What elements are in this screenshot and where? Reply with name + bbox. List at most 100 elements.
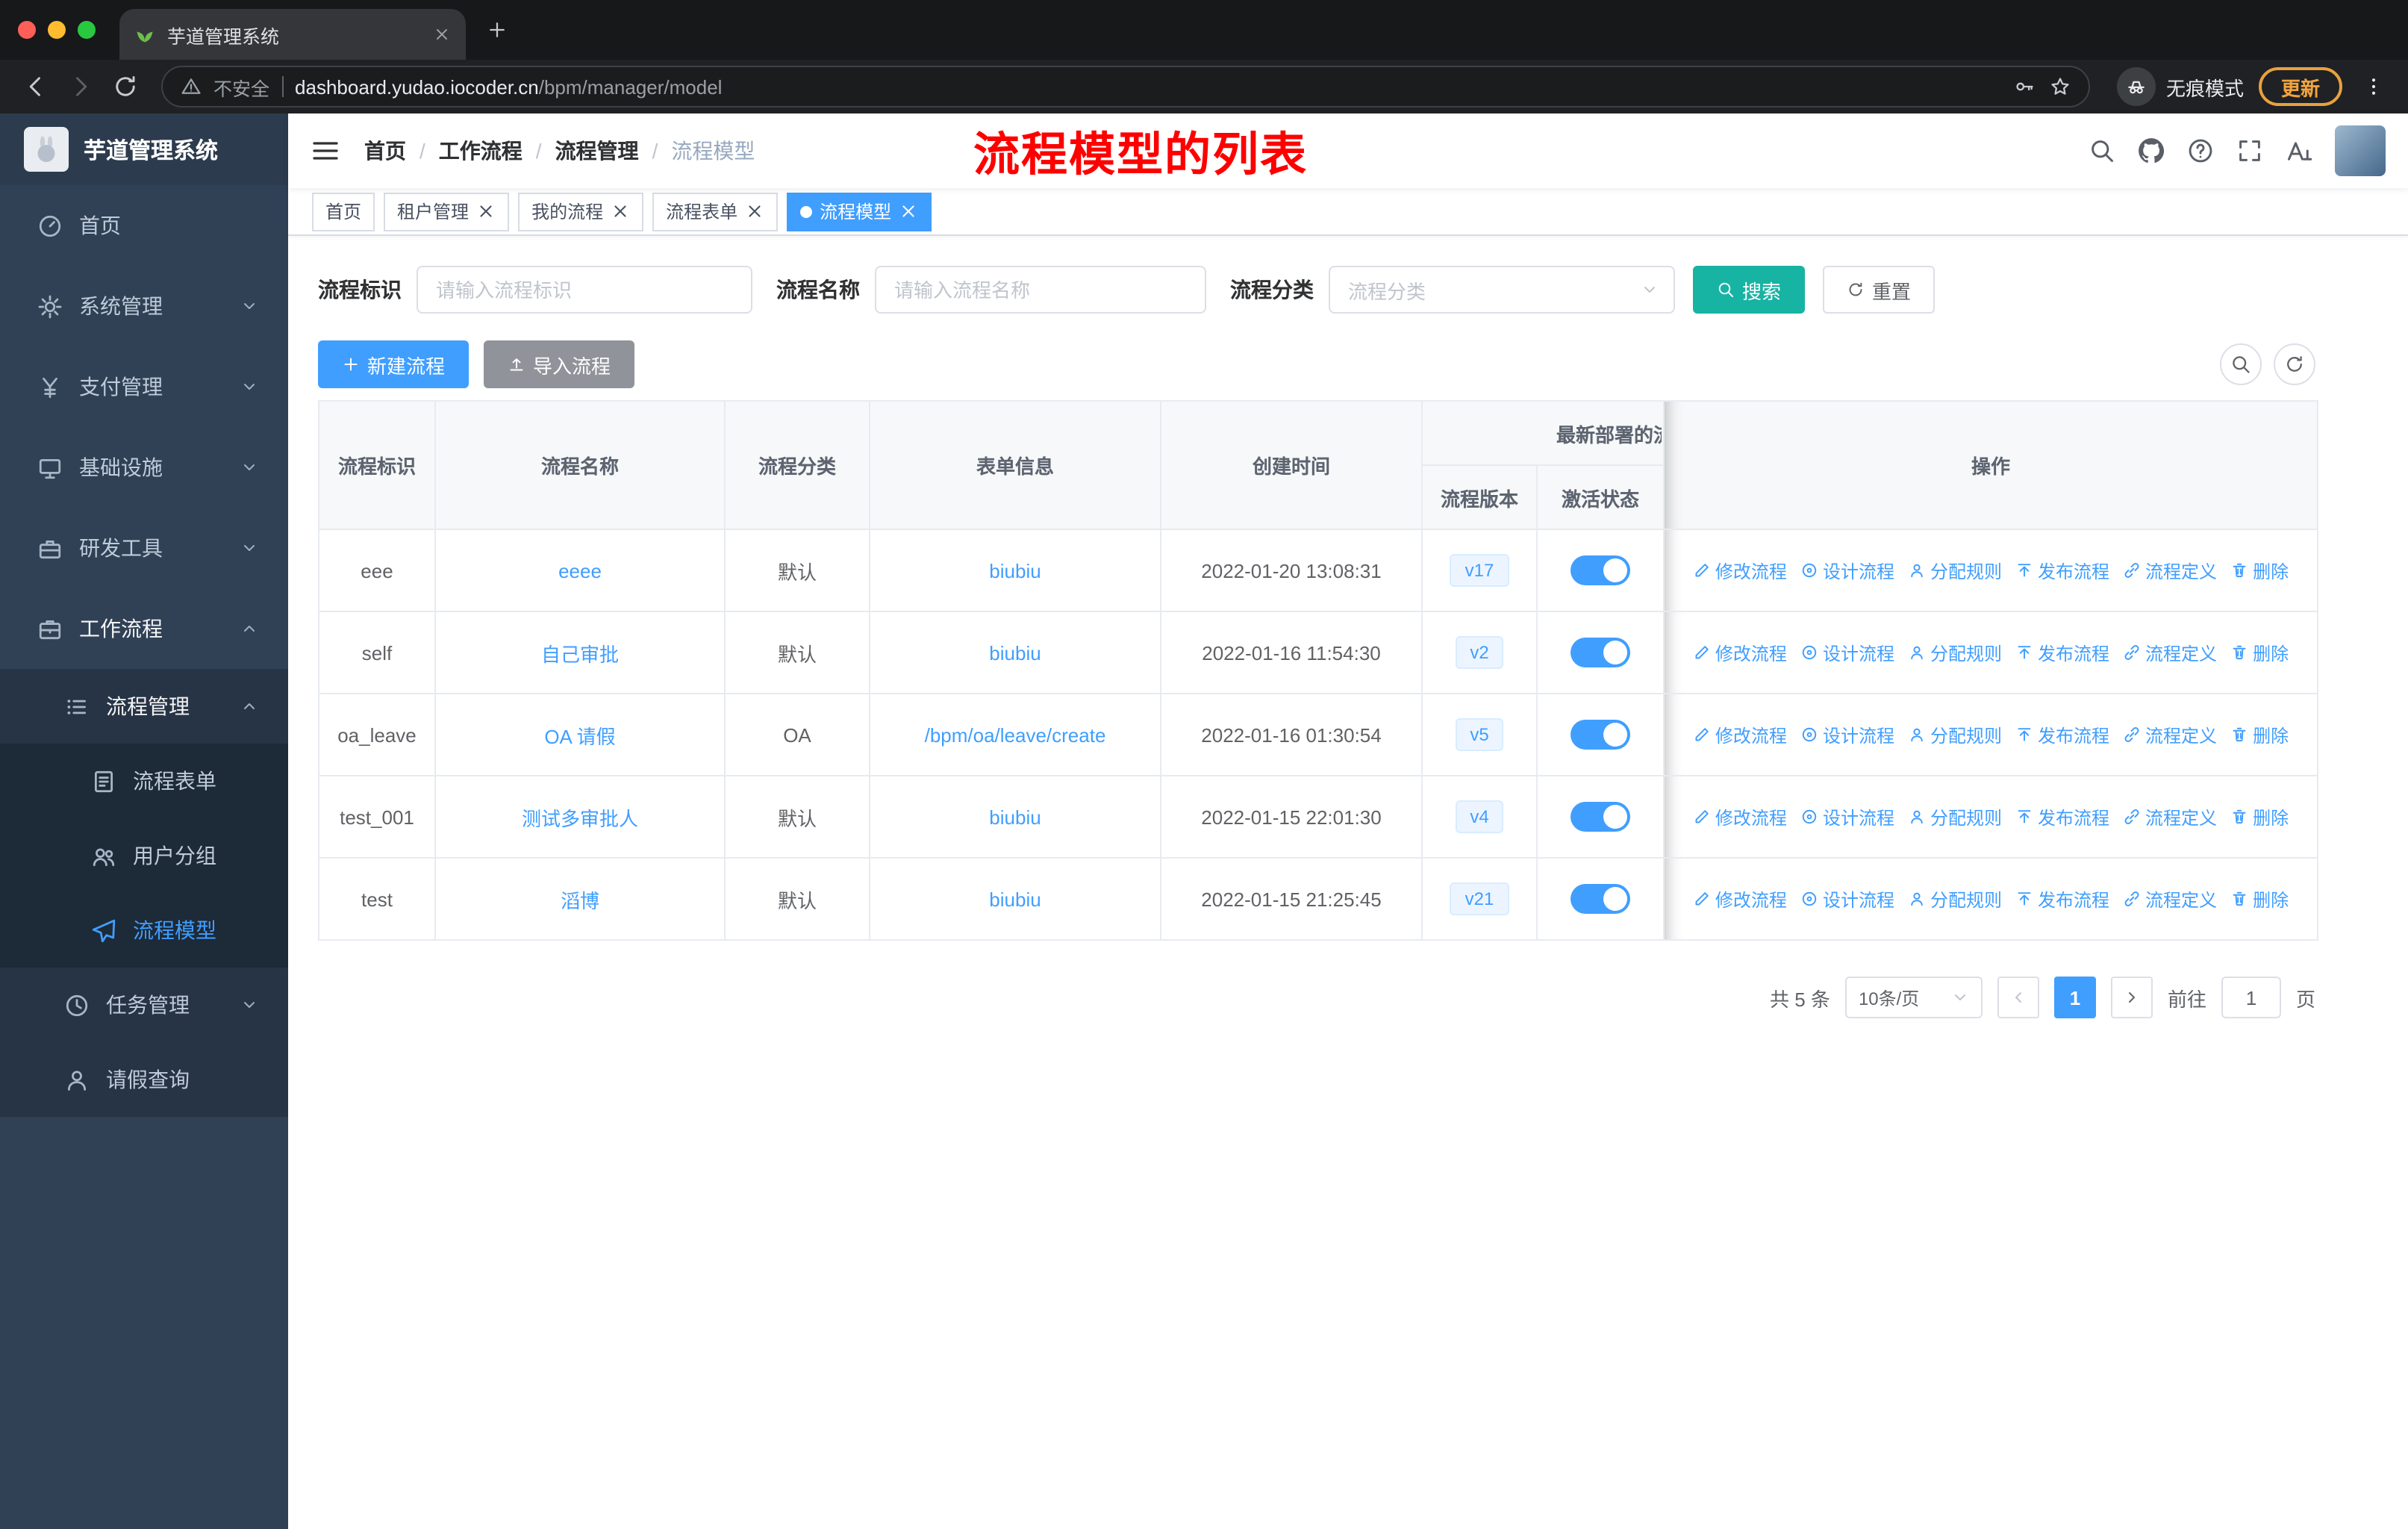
edit-process-link[interactable]: 修改流程 (1693, 886, 1787, 912)
close-icon[interactable] (476, 202, 496, 221)
prev-page-button[interactable] (1997, 977, 2039, 1018)
sidebar-item-workflow[interactable]: 工作流程 (0, 588, 288, 669)
process-name-link[interactable]: OA 请假 (544, 725, 615, 747)
goto-page-input[interactable] (2221, 977, 2281, 1018)
process-name-link[interactable]: 滔博 (561, 889, 599, 912)
close-icon[interactable] (899, 202, 918, 221)
sidebar-item-process-management[interactable]: 流程管理 (0, 669, 288, 744)
key-icon[interactable] (2014, 76, 2035, 97)
tag-tenant-management[interactable]: 租户管理 (384, 192, 510, 231)
form-info-link[interactable]: biubiu (989, 641, 1041, 664)
user-avatar[interactable] (2335, 125, 2386, 176)
process-name-link[interactable]: eeee (558, 559, 602, 582)
forward-button[interactable] (60, 66, 102, 108)
sidebar-item-dev-tools[interactable]: 研发工具 (0, 508, 288, 588)
fullscreen-icon[interactable] (2236, 137, 2263, 164)
refresh-table-button[interactable] (2274, 343, 2315, 385)
window-minimize-button[interactable] (48, 21, 66, 39)
active-toggle[interactable] (1570, 884, 1630, 914)
design-process-link[interactable]: 设计流程 (1800, 558, 1894, 583)
sidebar-item-process-form[interactable]: 流程表单 (0, 744, 288, 818)
process-name-link[interactable]: 自己审批 (541, 643, 619, 665)
design-process-link[interactable]: 设计流程 (1800, 886, 1894, 912)
browser-menu-button[interactable] (2354, 67, 2393, 106)
next-page-button[interactable] (2110, 977, 2153, 1018)
close-icon[interactable] (611, 202, 630, 221)
sidebar-item-leave-query[interactable]: 请假查询 (0, 1042, 288, 1117)
design-process-link[interactable]: 设计流程 (1800, 640, 1894, 665)
active-toggle[interactable] (1570, 638, 1630, 667)
publish-process-link[interactable]: 发布流程 (2015, 558, 2109, 583)
publish-process-link[interactable]: 发布流程 (2015, 804, 2109, 829)
window-close-button[interactable] (18, 21, 36, 39)
sidebar-collapse-button[interactable] (311, 136, 340, 166)
edit-process-link[interactable]: 修改流程 (1693, 558, 1787, 583)
active-toggle[interactable] (1570, 720, 1630, 750)
sidebar-item-payment-management[interactable]: 支付管理 (0, 346, 288, 427)
sidebar-item-process-model[interactable]: 流程模型 (0, 893, 288, 968)
breadcrumb-item[interactable]: 流程管理 (555, 136, 639, 166)
new-tab-button[interactable] (487, 19, 508, 40)
github-icon[interactable] (2138, 137, 2165, 164)
browser-tab[interactable]: 芋道管理系统 (119, 9, 466, 60)
sidebar-logo[interactable]: 芋道管理系统 (0, 113, 288, 185)
address-bar[interactable]: 不安全 dashboard.yudao.iocoder.cn/bpm/manag… (161, 66, 2090, 108)
edit-process-link[interactable]: 修改流程 (1693, 722, 1787, 747)
bookmark-star-icon[interactable] (2050, 76, 2071, 97)
breadcrumb-item[interactable]: 工作流程 (439, 136, 523, 166)
form-info-link[interactable]: biubiu (989, 559, 1041, 582)
tag-my-process[interactable]: 我的流程 (518, 192, 644, 231)
delete-link[interactable]: 删除 (2230, 886, 2289, 912)
sidebar-item-infrastructure[interactable]: 基础设施 (0, 427, 288, 508)
show-search-button[interactable] (2220, 343, 2262, 385)
process-definition-link[interactable]: 流程定义 (2123, 804, 2217, 829)
publish-process-link[interactable]: 发布流程 (2015, 722, 2109, 747)
edit-process-link[interactable]: 修改流程 (1693, 640, 1787, 665)
active-toggle[interactable] (1570, 802, 1630, 832)
sidebar-item-system-management[interactable]: 系统管理 (0, 266, 288, 346)
process-definition-link[interactable]: 流程定义 (2123, 722, 2217, 747)
delete-link[interactable]: 删除 (2230, 558, 2289, 583)
sidebar-item-task-management[interactable]: 任务管理 (0, 968, 288, 1042)
security-label[interactable]: 不安全 (213, 72, 269, 101)
process-definition-link[interactable]: 流程定义 (2123, 558, 2217, 583)
update-button[interactable]: 更新 (2258, 67, 2342, 106)
reload-button[interactable] (105, 66, 146, 108)
form-info-link[interactable]: /bpm/oa/leave/create (925, 723, 1106, 746)
window-zoom-button[interactable] (78, 21, 96, 39)
process-category-select[interactable]: 流程分类 (1329, 266, 1675, 314)
process-key-input[interactable] (417, 266, 752, 314)
assign-rules-link[interactable]: 分配规则 (1908, 886, 2002, 912)
sidebar-item-user-group[interactable]: 用户分组 (0, 818, 288, 893)
publish-process-link[interactable]: 发布流程 (2015, 640, 2109, 665)
search-button[interactable]: 搜索 (1693, 266, 1806, 314)
process-name-input[interactable] (875, 266, 1206, 314)
delete-link[interactable]: 删除 (2230, 804, 2289, 829)
design-process-link[interactable]: 设计流程 (1800, 804, 1894, 829)
form-info-link[interactable]: biubiu (989, 806, 1041, 828)
tab-close-icon[interactable] (433, 25, 451, 43)
breadcrumb-item[interactable]: 首页 (364, 136, 406, 166)
assign-rules-link[interactable]: 分配规则 (1908, 558, 2002, 583)
help-icon[interactable] (2187, 137, 2214, 164)
assign-rules-link[interactable]: 分配规则 (1908, 640, 2002, 665)
tag-home[interactable]: 首页 (312, 192, 375, 231)
create-process-button[interactable]: 新建流程 (318, 340, 470, 388)
reset-button[interactable]: 重置 (1823, 266, 1936, 314)
process-definition-link[interactable]: 流程定义 (2123, 640, 2217, 665)
page-1-button[interactable]: 1 (2053, 977, 2096, 1018)
page-size-select[interactable]: 10条/页 (1844, 977, 1983, 1018)
active-toggle[interactable] (1570, 555, 1630, 585)
assign-rules-link[interactable]: 分配规则 (1908, 804, 2002, 829)
close-icon[interactable] (745, 202, 764, 221)
edit-process-link[interactable]: 修改流程 (1693, 804, 1787, 829)
tag-process-form[interactable]: 流程表单 (652, 192, 779, 231)
delete-link[interactable]: 删除 (2230, 722, 2289, 747)
search-icon[interactable] (2089, 137, 2115, 164)
assign-rules-link[interactable]: 分配规则 (1908, 722, 2002, 747)
publish-process-link[interactable]: 发布流程 (2015, 886, 2109, 912)
back-button[interactable] (15, 66, 57, 108)
process-definition-link[interactable]: 流程定义 (2123, 886, 2217, 912)
delete-link[interactable]: 删除 (2230, 640, 2289, 665)
tag-process-model[interactable]: 流程模型 (787, 192, 932, 231)
